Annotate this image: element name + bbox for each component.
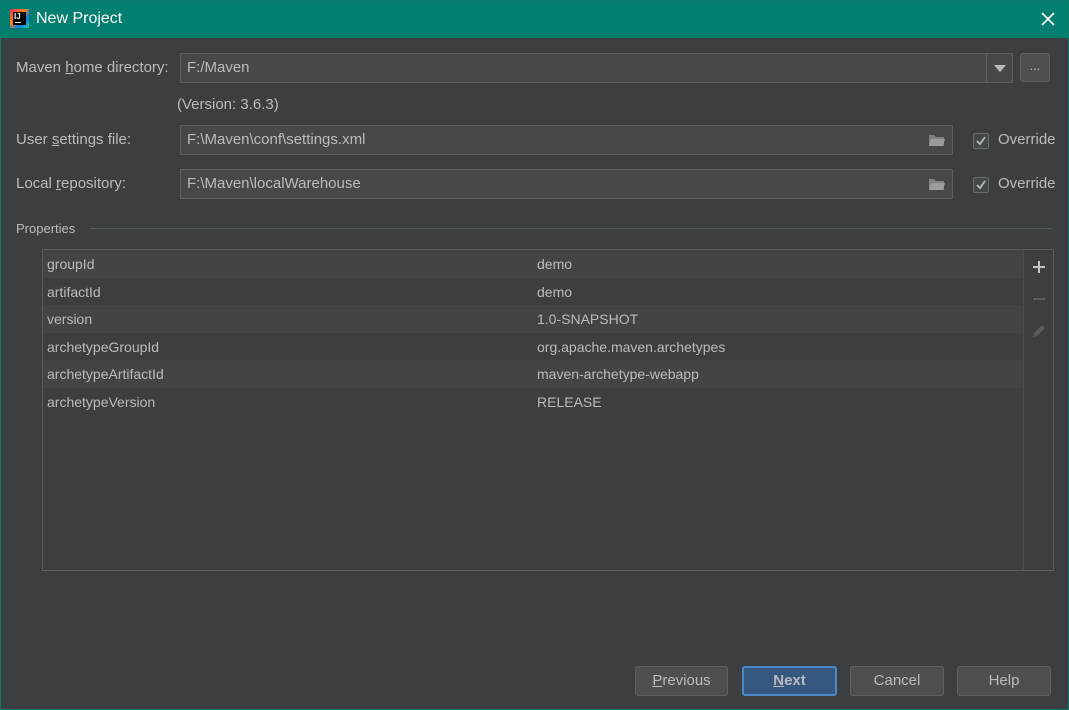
properties-rows: groupId demo artifactId demo version 1.0-SNAP… xyxy=(43,250,1023,416)
browse-maven-home-button[interactable]: ... xyxy=(1020,53,1050,82)
table-row[interactable]: artifactId demo xyxy=(43,278,1023,306)
table-row[interactable]: groupId demo xyxy=(43,250,1023,278)
folder-icon[interactable] xyxy=(928,177,946,191)
folder-icon[interactable] xyxy=(928,133,946,147)
property-key: artifactId xyxy=(47,283,101,300)
property-key: version xyxy=(47,311,93,328)
property-value: maven-archetype-webapp xyxy=(537,366,699,383)
user-settings-input[interactable]: F:\Maven\conf\settings.xml xyxy=(180,125,953,155)
property-value: 1.0-SNAPSHOT xyxy=(537,311,639,328)
pencil-icon[interactable] xyxy=(1030,322,1048,340)
help-button[interactable]: Help xyxy=(957,666,1051,696)
user-settings-label: User settings file: xyxy=(16,131,132,148)
local-repo-value: F:\Maven\localWarehouse xyxy=(187,175,361,192)
local-repo-override-checkbox[interactable] xyxy=(973,177,989,193)
checkmark-icon xyxy=(976,180,986,190)
intellij-app-icon: IJ xyxy=(10,9,29,28)
table-row[interactable]: archetypeGroupId org.apache.maven.archety… xyxy=(43,333,1023,361)
maven-version-text: (Version: 3.6.3) xyxy=(177,96,279,113)
maven-home-label: Maven home directory: xyxy=(16,59,169,76)
property-value: org.apache.maven.archetypes xyxy=(537,338,726,355)
user-settings-override-checkbox[interactable] xyxy=(973,133,989,149)
maven-home-value: F:/Maven xyxy=(187,59,250,76)
property-value: RELEASE xyxy=(537,393,602,410)
window-title: New Project xyxy=(36,10,123,27)
plus-icon[interactable] xyxy=(1030,258,1048,276)
properties-divider xyxy=(90,228,1053,229)
close-button[interactable] xyxy=(1038,9,1058,29)
table-row[interactable]: archetypeVersion RELEASE xyxy=(43,388,1023,416)
property-key: archetypeGroupId xyxy=(47,338,160,355)
properties-toolbar xyxy=(1023,250,1053,570)
property-key: groupId xyxy=(47,256,95,272)
cancel-button[interactable]: Cancel xyxy=(850,666,944,696)
properties-title: Properties xyxy=(16,221,76,236)
new-project-dialog: IJ New Project Maven home directory: F:/… xyxy=(0,0,1069,710)
maven-home-combo[interactable]: F:/Maven xyxy=(180,53,1013,83)
chevron-down-icon[interactable] xyxy=(986,54,1012,82)
user-settings-value: F:\Maven\conf\settings.xml xyxy=(187,131,366,148)
next-button[interactable]: Next xyxy=(742,666,837,696)
previous-button[interactable]: Previous xyxy=(635,666,728,696)
property-value: demo xyxy=(537,283,573,300)
local-repo-input[interactable]: F:\Maven\localWarehouse xyxy=(180,169,953,199)
property-key: archetypeArtifactId xyxy=(47,366,164,383)
property-key: archetypeVersion xyxy=(47,393,156,410)
table-row[interactable]: version 1.0-SNAPSHOT xyxy=(43,305,1023,333)
local-repo-label: Local repository: xyxy=(16,175,127,192)
table-row[interactable]: archetypeArtifactId maven-archetype-webap… xyxy=(43,360,1023,388)
close-icon xyxy=(1041,12,1055,26)
title-bar: IJ New Project xyxy=(1,1,1068,38)
checkmark-icon xyxy=(976,136,986,146)
user-settings-override-label[interactable]: Override xyxy=(998,131,1056,148)
minus-icon[interactable] xyxy=(1030,290,1048,308)
property-value: demo xyxy=(537,256,573,272)
properties-table: groupId demo artifactId demo version 1.0-SNAP… xyxy=(42,249,1054,571)
local-repo-override-label[interactable]: Override xyxy=(998,175,1056,192)
